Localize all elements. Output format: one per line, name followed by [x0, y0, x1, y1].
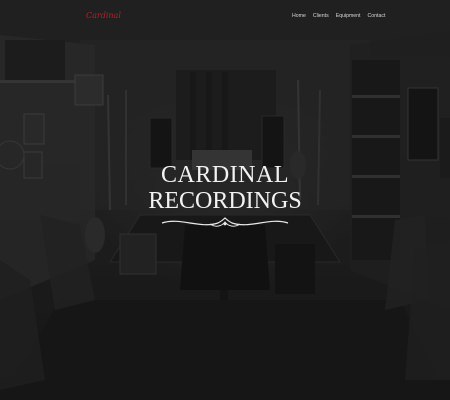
nav-home-link[interactable]: Home [292, 12, 306, 20]
site-logo[interactable]: Cardinal [86, 10, 121, 22]
nav-clients-link[interactable]: Clients [313, 12, 329, 20]
ornamental-flourish-icon [161, 217, 289, 227]
brand-name-line1: CARDINAL [161, 162, 289, 188]
top-navigation: Cardinal Home Clients Equipment Contact [0, 0, 450, 32]
brand-name-line2: RECORDINGS [148, 188, 302, 214]
nav-equipment-link[interactable]: Equipment [336, 12, 361, 20]
main-menu: Home Clients Equipment Contact [292, 12, 385, 20]
brand-logo: CARDINAL RECORDINGS [130, 162, 320, 230]
nav-contact-link[interactable]: Contact [368, 12, 386, 20]
